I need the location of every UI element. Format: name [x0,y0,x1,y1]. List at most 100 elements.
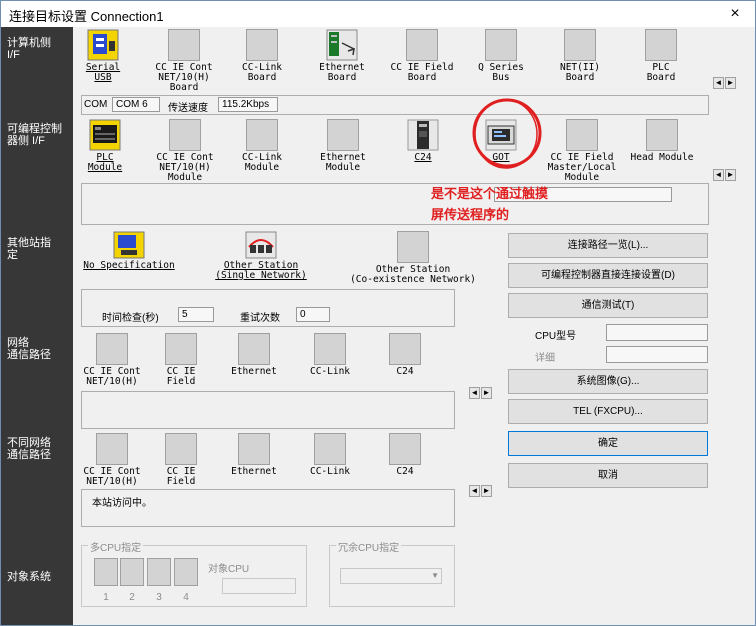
label-network-route: 网络 通信路径 [7,337,51,361]
tel-fxcpu-button[interactable]: TEL (FXCPU)... [508,399,708,424]
other-station-single[interactable]: Other Station (Single Network) [211,231,311,281]
plc-if-plc-module-label: PLC Module [87,152,123,173]
plc-info-panel [81,183,709,225]
connection-dialog: 连接目标设置 Connection1 × 计算机侧 I/F 可编程控制 器侧 I… [0,0,756,626]
timeout-panel: 时间检查(秒) 5 重试次数 0 [81,289,455,327]
cc-link-module-icon [246,119,278,151]
other-station-no-spec[interactable]: No Specification [79,231,179,271]
diff-route-cc-link-label: CC-Link [309,466,351,477]
pc-if-net-ii-board[interactable]: NET(II) Board [551,29,609,83]
diff-route-scroll-right[interactable]: ► [481,485,492,497]
direct-connection-button[interactable]: 可编程控制器直接连接设置(D) [508,263,708,288]
cpu-4-slot [174,558,198,586]
speed-label: 传送速度 [168,103,208,114]
label-pc-side: 计算机侧 I/F [7,37,51,61]
pc-if-serial-usb[interactable]: Serial USB [81,29,125,83]
other-station-single-icon [245,231,277,259]
pc-if-cc-ie-cont-board[interactable]: CC IE Cont NET/10(H) Board [147,29,221,93]
pc-if-cc-ie-field-board[interactable]: CC IE Field Board [387,29,457,83]
com-label: COM [84,99,108,110]
plc-if-cc-ie-cont-module[interactable]: CC IE Cont NET/10(H) Module [147,119,223,183]
diff-route-cc-ie-cont-label: CC IE Cont NET/10(H) [83,466,141,487]
cpu-number-1: 1 [103,592,109,603]
route-list-button[interactable]: 连接路径一览(L)... [508,233,708,258]
net-cc-ie-cont-icon [96,333,128,365]
plc-if-head-module[interactable]: Head Module [627,119,697,163]
cancel-button[interactable]: 取消 [508,463,708,488]
comm-test-button[interactable]: 通信测试(T) [508,293,708,318]
diff-route-cc-ie-cont[interactable]: CC IE Cont NET/10(H) [79,433,145,487]
diff-route-scroll-left[interactable]: ◄ [469,485,480,497]
pc-if-scroll-left[interactable]: ◄ [713,77,724,89]
redundant-cpu-select: ▼ [340,568,442,584]
cpu-2-slot [120,558,144,586]
diff-route-c24-label: C24 [396,466,414,477]
head-module-icon [646,119,678,151]
diff-route-c24[interactable]: C24 [383,433,427,477]
network-route-cc-ie-cont[interactable]: CC IE Cont NET/10(H) [79,333,145,387]
plc-if-cc-ie-field-master[interactable]: CC IE Field Master/Local Module [543,119,621,183]
net-cc-ie-field-icon [165,333,197,365]
c24-icon [407,119,439,151]
pc-if-scroll-right[interactable]: ► [725,77,736,89]
q-series-bus-icon [485,29,517,61]
diff-cc-ie-field-icon [165,433,197,465]
diff-cc-ie-cont-icon [96,433,128,465]
cpu-1-slot [94,558,118,586]
plc-if-cc-ie-cont-module-label: CC IE Cont NET/10(H) Module [156,152,214,183]
plc-if-ethernet-module[interactable]: Ethernet Module [313,119,373,173]
cpu-number-2: 2 [129,592,135,603]
network-route-ethernet[interactable]: Ethernet [227,333,281,377]
network-route-scroll-right[interactable]: ► [481,387,492,399]
timeout-input[interactable]: 5 [178,307,214,322]
pc-if-cc-link-board[interactable]: CC-Link Board [233,29,291,83]
pc-if-plc-board-label: PLC Board [646,62,676,83]
network-route-cc-ie-field[interactable]: CC IE Field [159,333,203,387]
plc-if-cc-link-module[interactable]: CC-Link Module [233,119,291,173]
diff-route-ethernet-label: Ethernet [231,466,277,477]
pc-if-q-series-bus[interactable]: Q Series Bus [471,29,531,83]
cc-ie-cont-module-icon [169,119,201,151]
plc-if-ethernet-module-label: Ethernet Module [320,152,366,173]
label-other-station: 其他站指 定 [7,237,51,261]
ok-button[interactable]: 确定 [508,431,708,456]
plc-if-plc-module[interactable]: PLC Module [81,119,129,173]
cpu-number-3: 3 [156,592,162,603]
plc-if-c24[interactable]: C24 [403,119,443,163]
ethernet-module-icon [327,119,359,151]
network-route-cc-link-label: CC-Link [309,366,351,377]
dropdown-arrow-icon: ▼ [431,571,439,580]
diff-route-cc-ie-field-label: CC IE Field [166,466,196,487]
other-station-coexistence[interactable]: Other Station (Co-existence Network) [345,231,481,285]
label-diff-network-route: 不同网络 通信路径 [7,437,51,461]
system-image-button[interactable]: 系统图像(G)... [508,369,708,394]
pc-if-plc-board[interactable]: PLC Board [633,29,689,83]
diff-route-cc-link[interactable]: CC-Link [303,433,357,477]
pc-if-ethernet-board[interactable]: Ethernet Board [313,29,371,83]
detail-label: 详细 [535,353,555,364]
plc-if-scroll-left[interactable]: ◄ [713,169,724,181]
pc-if-scroll: ◄ ► [713,77,737,89]
detail-field [606,346,708,363]
network-route-cc-link[interactable]: CC-Link [303,333,357,377]
multi-cpu-group: 多CPU指定 1 2 3 4 对象CPU [81,539,307,607]
other-station-single-label: Other Station (Single Network) [215,260,307,281]
plc-if-cc-link-module-label: CC-Link Module [241,152,283,173]
speed-value: 115.2Kbps [218,97,278,112]
diff-route-ethernet[interactable]: Ethernet [227,433,281,477]
pc-if-cc-ie-field-board-label: CC IE Field Board [390,62,454,83]
cc-ie-field-board-icon [406,29,438,61]
cpu-3-slot [147,558,171,586]
retry-label: 重试次数 [240,313,280,324]
plc-if-scroll-right[interactable]: ► [725,169,736,181]
diff-route-cc-ie-field[interactable]: CC IE Field [159,433,203,487]
serial-usb-icon [87,29,119,61]
cc-ie-cont-board-icon [168,29,200,61]
network-route-scroll-left[interactable]: ◄ [469,387,480,399]
other-station-coexistence-icon [397,231,429,263]
diff-route-status-panel: 本站访问中。 [81,489,455,527]
close-button[interactable]: × [725,4,745,24]
retry-input[interactable]: 0 [296,307,330,322]
network-route-c24[interactable]: C24 [383,333,427,377]
multi-cpu-title: 多CPU指定 [88,539,144,554]
